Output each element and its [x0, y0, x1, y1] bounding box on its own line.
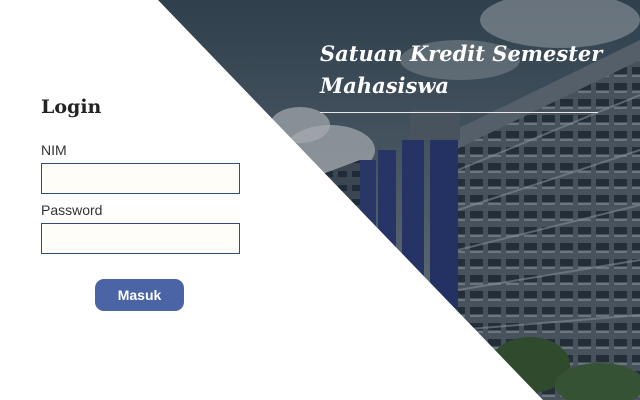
password-label: Password — [41, 202, 103, 218]
login-title: Login — [41, 96, 102, 118]
login-button[interactable]: Masuk — [95, 279, 184, 311]
nim-input[interactable] — [41, 163, 240, 194]
nim-label: NIM — [41, 142, 67, 158]
password-input[interactable] — [41, 223, 240, 254]
hero-title: Satuan Kredit Semester Mahasiswa — [320, 41, 603, 98]
login-page: Satuan Kredit Semester Mahasiswa Login N… — [0, 0, 640, 400]
hero-divider — [320, 112, 598, 113]
